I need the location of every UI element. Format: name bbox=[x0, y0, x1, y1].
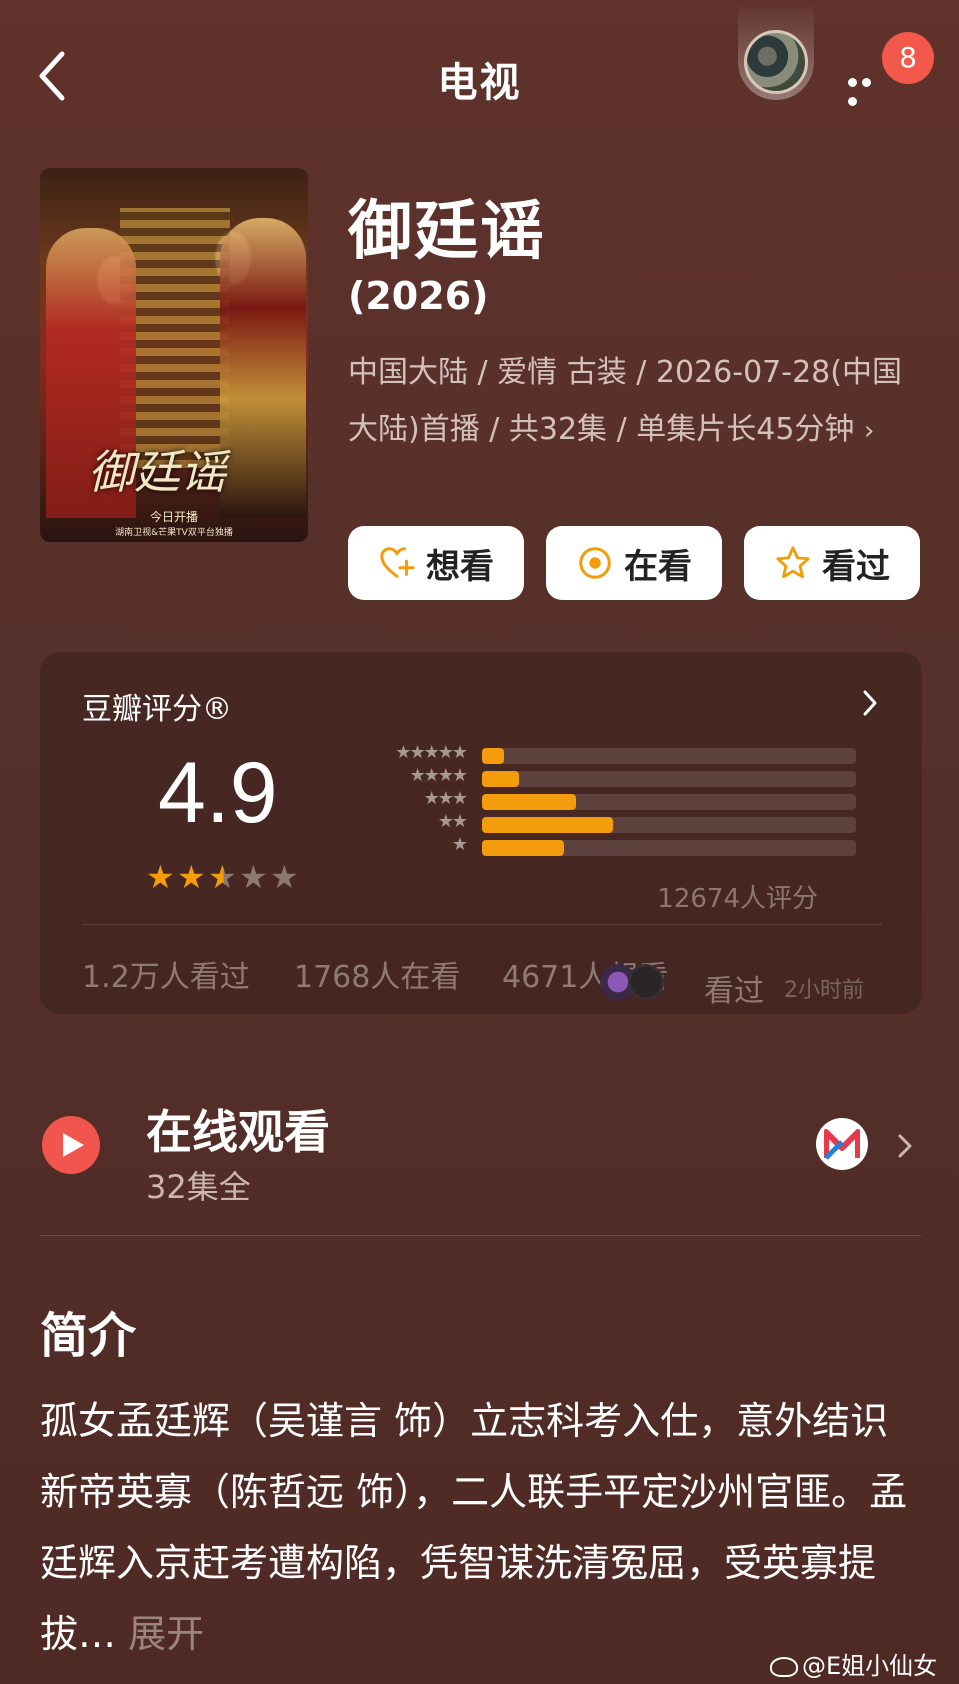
rating-bar-stars: ★★ bbox=[437, 811, 468, 832]
divider bbox=[40, 1235, 921, 1236]
rating-score: 4.9 bbox=[158, 745, 278, 841]
chevron-right-icon[interactable] bbox=[860, 688, 880, 718]
chevron-right-icon: › bbox=[863, 416, 875, 446]
rating-bar-stars: ★★★★★ bbox=[395, 742, 468, 763]
rating-bar-fill bbox=[482, 817, 613, 833]
rating-bar-track bbox=[482, 794, 856, 810]
rating-bar-stars: ★ bbox=[451, 834, 468, 855]
show-title: 御廷谣 bbox=[348, 195, 546, 269]
star-outline-icon bbox=[776, 546, 810, 579]
rating-stars: ★ ★ ★ ★ ★ bbox=[146, 858, 301, 896]
expand-link[interactable]: 展开 bbox=[116, 1612, 204, 1656]
show-meta[interactable]: 中国大陆 / 爱情 古装 / 2026-07-28(中国大陆)首播 / 共32集… bbox=[348, 344, 928, 460]
watching-label: 在看 bbox=[624, 546, 692, 587]
poster-channel-text: 湖南卫视&芒果TV双平台独播 bbox=[115, 528, 233, 538]
notification-badge[interactable]: 8 bbox=[882, 32, 934, 84]
rating-bar-track bbox=[482, 748, 856, 764]
dot-icon bbox=[848, 78, 857, 87]
play-icon[interactable] bbox=[42, 1116, 100, 1174]
chevron-right-icon[interactable] bbox=[896, 1132, 914, 1160]
watching-count[interactable]: 1768人在看 bbox=[294, 952, 460, 996]
watched-button[interactable]: 看过 bbox=[744, 526, 920, 600]
intro-text: 孤女孟廷辉（吴谨言 饰）立志科考入仕，意外结识新帝英寡（陈哲远 饰），二人联手平… bbox=[40, 1386, 920, 1670]
page-title: 电视 bbox=[437, 60, 522, 106]
rating-title: 豆瓣评分® bbox=[82, 692, 232, 727]
online-watch-subtitle: 32集全 bbox=[146, 1168, 251, 1206]
watched-count[interactable]: 1.2万人看过 bbox=[82, 952, 250, 996]
intro-heading: 简介 bbox=[40, 1308, 137, 1364]
rating-bar-fill bbox=[482, 771, 520, 787]
rating-card[interactable]: 豆瓣评分® 4.9 ★ ★ ★ ★ ★ ★★★★★ ★★★★ ★★★ ★★ ★ 12674人评分… bbox=[40, 652, 922, 1014]
watermark: @E姐小仙女 bbox=[770, 1646, 937, 1681]
poster-tagline: 今日开播 湖南卫视&芒果TV双平台独播 bbox=[40, 508, 308, 538]
mango-logo-icon bbox=[824, 1129, 860, 1160]
weibo-icon bbox=[770, 1657, 798, 1677]
show-year: (2026) bbox=[348, 274, 489, 318]
poster-title: 御廷谣 bbox=[88, 445, 226, 499]
rating-bar-track bbox=[482, 840, 856, 856]
heart-plus-icon bbox=[380, 547, 415, 578]
star-icon: ★ bbox=[177, 858, 206, 896]
star-icon: ★ bbox=[270, 858, 299, 896]
more-button[interactable] bbox=[848, 72, 888, 106]
rating-bar-fill bbox=[482, 840, 565, 856]
poster-tagline-text: 今日开播 bbox=[149, 510, 198, 524]
online-watch-title[interactable]: 在线观看 bbox=[146, 1096, 330, 1162]
watermark-text: @E姐小仙女 bbox=[802, 1652, 938, 1680]
rating-bar-fill bbox=[482, 794, 576, 810]
rating-bar-fill bbox=[482, 748, 505, 764]
watching-button[interactable]: 在看 bbox=[546, 526, 722, 600]
poster-palace bbox=[120, 208, 230, 468]
dot-icon bbox=[862, 78, 871, 87]
want-to-watch-button[interactable]: 想看 bbox=[348, 526, 524, 600]
star-icon: ★ bbox=[208, 858, 239, 896]
star-icon: ★ bbox=[146, 858, 175, 896]
target-icon bbox=[579, 547, 611, 579]
poster-figure-right bbox=[220, 218, 306, 518]
dot-icon bbox=[848, 97, 857, 106]
show-meta-text: 中国大陆 / 爱情 古装 / 2026-07-28(中国大陆)首播 / 共32集… bbox=[348, 355, 902, 447]
rating-bar-track bbox=[482, 817, 856, 833]
page: 电视 8 御廷谣 今日开播 湖南卫视&芒果TV双平台独播 御廷谣 (2026) … bbox=[0, 0, 959, 1684]
rating-votes: 12674人评分 bbox=[657, 884, 818, 914]
mango-tv-icon[interactable] bbox=[816, 1118, 868, 1170]
recent-activity-time: 2小时前 bbox=[784, 978, 864, 1003]
want-to-watch-label: 想看 bbox=[426, 546, 494, 587]
avatar bbox=[744, 30, 808, 94]
recent-activity-label: 看过 bbox=[704, 974, 764, 1009]
divider bbox=[82, 924, 882, 925]
star-icon: ★ bbox=[239, 858, 268, 896]
rating-bar-track bbox=[482, 771, 856, 787]
user-avatar-button[interactable] bbox=[738, 0, 814, 100]
rating-bar-stars: ★★★ bbox=[423, 788, 468, 809]
watched-label: 看过 bbox=[822, 546, 890, 587]
poster-image[interactable]: 御廷谣 今日开播 湖南卫视&芒果TV双平台独播 bbox=[40, 168, 308, 542]
rating-bar-stars: ★★★★ bbox=[409, 765, 468, 786]
play-triangle-icon bbox=[63, 1133, 84, 1157]
avatar bbox=[628, 964, 664, 1000]
